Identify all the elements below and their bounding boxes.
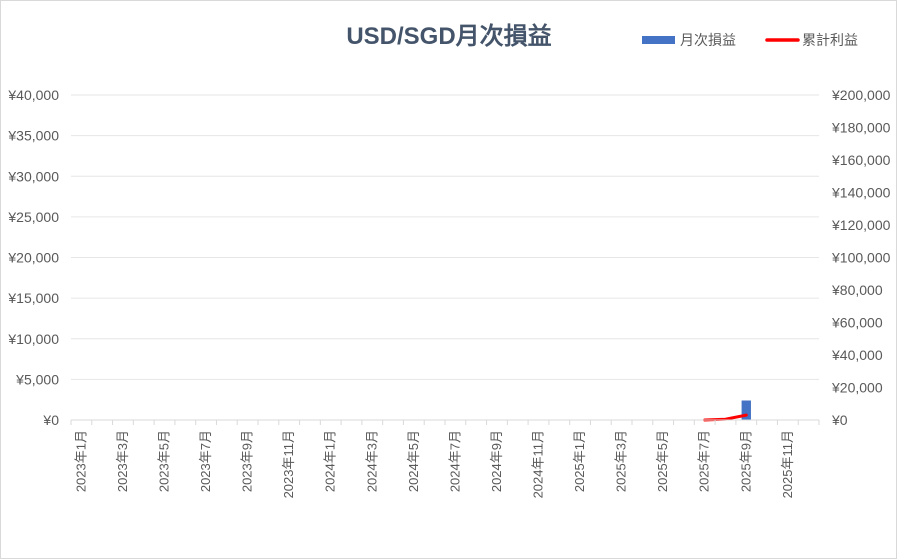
y-axis-right: ¥0 ¥20,000 ¥40,000 ¥60,000 ¥80,000 ¥100,000 ¥1… [831,87,891,428]
y2-tick-label: ¥60,000 [831,315,883,331]
x-tick-label: 2023年3月 [115,430,130,492]
x-tick-label: 2023年11月 [281,430,296,498]
y2-tick-label: ¥140,000 [831,185,891,201]
y-axis-left: ¥0 ¥5,000 ¥10,000 ¥15,000 ¥20,000 ¥25,000 ¥30,… [7,87,59,428]
y2-tick-label: ¥40,000 [831,347,883,363]
chart-title: USD/SGD月次損益 [346,22,551,50]
x-tick-label: 2025年7月 [697,430,712,492]
y2-tick-label: ¥20,000 [831,380,883,396]
y2-tick-label: ¥100,000 [831,250,891,266]
y-tick-label: ¥15,000 [7,290,59,306]
y-tick-label: ¥35,000 [7,128,59,144]
y2-tick-label: ¥180,000 [831,120,891,136]
x-tick-label: 2024年9月 [489,430,504,492]
x-tick-label: 2024年3月 [364,430,379,492]
y-tick-label: ¥30,000 [7,168,59,184]
y-tick-label: ¥0 [42,412,59,428]
line-cumulative [703,413,748,422]
y2-tick-label: ¥200,000 [831,87,891,103]
x-tick-label: 2023年1月 [73,430,88,492]
x-tick-label: 2024年1月 [323,430,338,492]
y-tick-label: ¥25,000 [7,209,59,225]
x-tick-label: 2025年3月 [614,430,629,492]
x-tick-label: 2025年11月 [780,430,795,498]
line-series [703,413,748,422]
x-axis: 2023年1月 2023年3月 2023年5月 2023年7月 2023年9月 2023年… [70,419,820,498]
chart-frame: USD/SGD月次損益 ¥0 ¥5,000 ¥10,000 ¥15,000 ¥20,00… [0,0,897,559]
y-tick-label: ¥40,000 [7,87,59,103]
x-tick-label: 2023年9月 [240,430,255,492]
x-tick-label: 2025年9月 [738,430,753,492]
y-tick-label: ¥5,000 [15,371,59,387]
chart-canvas: USD/SGD月次損益 ¥0 ¥5,000 ¥10,000 ¥15,000 ¥20,00… [7,22,891,498]
legend-label-monthly: 月次損益 [680,32,736,48]
x-tick-label: 2023年5月 [157,430,172,492]
y2-tick-label: ¥0 [831,412,848,428]
legend-label-cumulative: 累計利益 [802,32,858,48]
x-tick-label: 2024年5月 [406,430,421,492]
gridlines [71,94,819,380]
y2-tick-label: ¥120,000 [831,217,891,233]
y2-tick-label: ¥160,000 [831,152,891,168]
x-tick-label: 2025年1月 [572,430,587,492]
x-tick-label: 2025年5月 [655,430,670,492]
y-tick-label: ¥10,000 [7,331,59,347]
x-tick-label: 2023年7月 [198,430,213,492]
x-tick-label: 2024年7月 [447,430,462,492]
x-tick-label: 2024年11月 [531,430,546,498]
legend-swatch-monthly [642,36,675,44]
y-tick-label: ¥20,000 [7,250,59,266]
legend: 月次損益 累計利益 [642,32,858,48]
y2-tick-label: ¥80,000 [831,282,883,298]
